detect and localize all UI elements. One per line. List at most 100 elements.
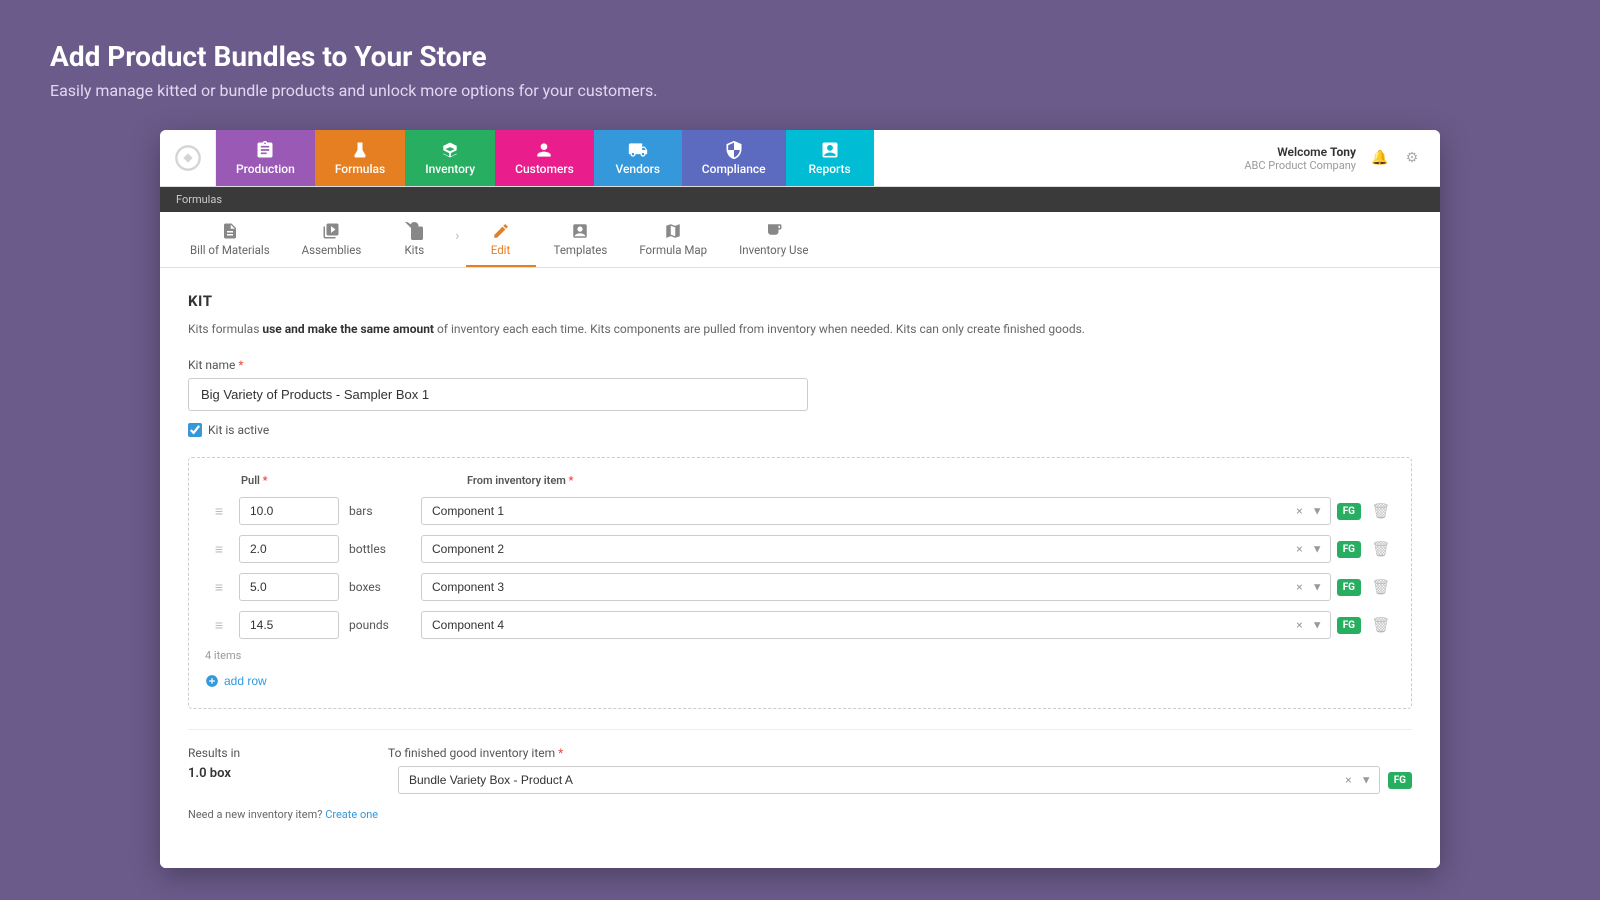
from-select-1: Component 1 × ▼	[421, 497, 1331, 525]
subnav-kits[interactable]: Kits	[379, 212, 449, 267]
from-select-2: Component 2 × ▼	[421, 535, 1331, 563]
kit-active-checkbox[interactable]	[188, 423, 202, 437]
nav-item-inventory[interactable]: Inventory	[405, 130, 495, 186]
unit-label-1: bars	[345, 504, 405, 518]
delete-row-3[interactable]: 🗑	[1367, 573, 1395, 601]
drag-handle-2[interactable]: ≡	[205, 541, 233, 558]
kit-active-row: Kit is active	[188, 423, 1412, 437]
nav-label-production: Production	[236, 162, 295, 176]
nav-item-vendors[interactable]: Vendors	[594, 130, 682, 186]
subnav-assemblies[interactable]: Assemblies	[288, 212, 376, 267]
fg-badge-2[interactable]: FG	[1337, 541, 1361, 558]
add-row-label: add row	[224, 674, 267, 688]
create-one-link[interactable]: Create one	[325, 808, 378, 821]
fg-badge-3[interactable]: FG	[1337, 579, 1361, 596]
subnav-edit[interactable]: Edit	[466, 212, 536, 267]
assemblies-icon	[322, 222, 340, 240]
component-row-4: ≡ pounds Component 4 × ▼ FG 🗑	[205, 611, 1395, 639]
nav-item-customers[interactable]: Customers	[495, 130, 594, 186]
results-value: 1.0 box	[188, 766, 348, 781]
finished-fg-badge[interactable]: FG	[1388, 772, 1412, 789]
component-row-2: ≡ bottles Component 2 × ▼ FG 🗑	[205, 535, 1395, 563]
items-count: 4 items	[205, 649, 1395, 662]
nav-label-inventory: Inventory	[425, 162, 475, 176]
nav-item-compliance[interactable]: Compliance	[682, 130, 786, 186]
unit-label-2: bottles	[345, 542, 405, 556]
pull-input-2[interactable]	[239, 535, 339, 563]
templates-icon	[571, 222, 589, 240]
subnav-formula-map[interactable]: Formula Map	[625, 212, 721, 267]
select-clear-1[interactable]: ×	[1296, 504, 1302, 518]
new-inventory-note: Need a new inventory item? Create one	[188, 808, 1412, 821]
select-clear-3[interactable]: ×	[1296, 580, 1302, 594]
finished-item-select-container: Bundle Variety Box - Product A × ▼	[398, 766, 1380, 794]
from-select-input-4[interactable]: Component 4	[421, 611, 1331, 639]
pull-input-3[interactable]	[239, 573, 339, 601]
person-icon	[533, 140, 555, 160]
components-header: Pull * From inventory item *	[205, 474, 1395, 487]
kit-name-input[interactable]	[188, 378, 808, 411]
company-name: ABC Product Company	[1244, 159, 1356, 172]
subnav-bill-of-materials[interactable]: Bill of Materials	[176, 212, 284, 267]
from-select-input-1[interactable]: Component 1	[421, 497, 1331, 525]
delete-row-2[interactable]: 🗑	[1367, 535, 1395, 563]
drag-handle-1[interactable]: ≡	[205, 503, 233, 520]
subnav-bom-label: Bill of Materials	[190, 243, 270, 257]
finished-item-select[interactable]: Bundle Variety Box - Product A	[398, 766, 1380, 794]
nav-item-formulas[interactable]: Formulas	[315, 130, 405, 186]
nav-item-reports[interactable]: Reports	[786, 130, 874, 186]
breadcrumb-bar: Formulas	[160, 187, 1440, 212]
nav-label-vendors: Vendors	[616, 162, 661, 176]
subnav-kits-label: Kits	[404, 243, 424, 257]
breadcrumb: Formulas	[176, 193, 222, 206]
add-row-button[interactable]: add row	[205, 670, 267, 692]
subnav-templates-label: Templates	[554, 243, 608, 257]
fg-badge-4[interactable]: FG	[1337, 617, 1361, 634]
top-nav: Production Formulas Inventory Customers …	[160, 130, 1440, 187]
pull-header: Pull *	[241, 474, 371, 487]
select-clear-2[interactable]: ×	[1296, 542, 1302, 556]
kit-name-label: Kit name *	[188, 358, 1412, 372]
kit-description: Kits formulas use and make the same amou…	[188, 320, 1412, 338]
drag-handle-4[interactable]: ≡	[205, 617, 233, 634]
from-select-3: Component 3 × ▼	[421, 573, 1331, 601]
page-header: Add Product Bundles to Your Store Easily…	[0, 0, 1600, 120]
kits-icon	[405, 222, 423, 240]
unit-label-3: boxes	[345, 580, 405, 594]
logo-icon	[174, 144, 202, 172]
formula-map-icon	[664, 222, 682, 240]
fg-badge-1[interactable]: FG	[1337, 503, 1361, 520]
subnav-inventory-use-label: Inventory Use	[739, 243, 808, 257]
nav-right: Welcome Tony ABC Product Company 🔔 ⚙	[1244, 145, 1440, 172]
component-row-1: ≡ bars Component 1 × ▼ FG 🗑	[205, 497, 1395, 525]
delete-row-1[interactable]: 🗑	[1367, 497, 1395, 525]
drag-handle-3[interactable]: ≡	[205, 579, 233, 596]
desc-prefix: Kits formulas	[188, 322, 262, 336]
add-circle-icon	[205, 674, 219, 688]
bell-icon[interactable]: 🔔	[1368, 146, 1392, 170]
subnav-templates[interactable]: Templates	[540, 212, 622, 267]
pull-input-4[interactable]	[239, 611, 339, 639]
finished-good-label: To finished good inventory item *	[388, 746, 1412, 760]
truck-icon	[627, 140, 649, 160]
subnav-inventory-use[interactable]: Inventory Use	[725, 212, 822, 267]
subnav-edit-label: Edit	[491, 243, 510, 257]
delete-row-4[interactable]: 🗑	[1367, 611, 1395, 639]
select-clear-4[interactable]: ×	[1296, 618, 1302, 632]
nav-label-reports: Reports	[808, 162, 850, 176]
edit-icon	[492, 222, 510, 240]
nav-label-compliance: Compliance	[702, 162, 766, 176]
finished-select-clear[interactable]: ×	[1345, 773, 1351, 787]
pull-input-1[interactable]	[239, 497, 339, 525]
chart-icon	[819, 140, 841, 160]
results-section: Results in 1.0 box To finished good inve…	[188, 729, 1412, 794]
nav-logo[interactable]	[160, 130, 216, 186]
sub-nav: Bill of Materials Assemblies Kits › Edit…	[160, 212, 1440, 268]
nav-item-production[interactable]: Production	[216, 130, 315, 186]
component-row-3: ≡ boxes Component 3 × ▼ FG 🗑	[205, 573, 1395, 601]
gear-icon[interactable]: ⚙	[1400, 146, 1424, 170]
nav-separator: ›	[453, 228, 461, 244]
from-select-input-2[interactable]: Component 2	[421, 535, 1331, 563]
from-select-input-3[interactable]: Component 3	[421, 573, 1331, 601]
bom-icon	[221, 222, 239, 240]
